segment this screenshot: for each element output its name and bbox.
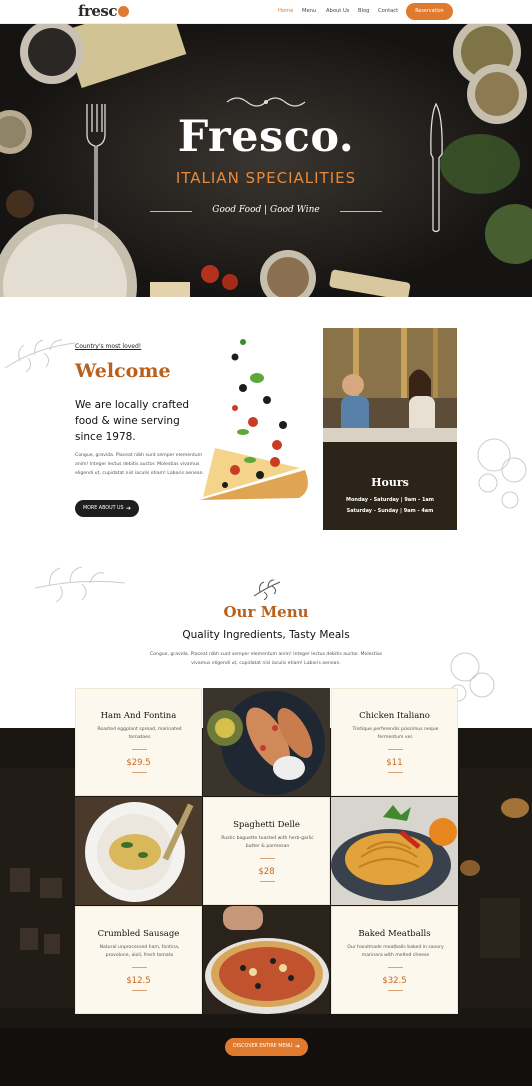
hours-weekday: Monday - Saturday | 9am - 1am <box>345 497 435 503</box>
nav-link-blog[interactable]: Blog <box>358 8 369 14</box>
divider <box>388 749 403 750</box>
menu-item-card[interactable]: Chicken Italiano Tristique perferendis p… <box>331 688 458 796</box>
herb-icon <box>253 579 281 600</box>
menu-grid: Ham And Fontina Roasted eggplant spread,… <box>75 688 458 1014</box>
menu-item-card[interactable]: Ham And Fontina Roasted eggplant spread,… <box>75 688 202 796</box>
menu-item-name: Chicken Italiano <box>359 711 430 721</box>
nav-link-home[interactable]: Home <box>278 8 293 14</box>
hours-weekend: Saturday - Sunday | 9am - 4am <box>346 508 434 514</box>
menu-item-desc: Natural unprocessed ham, fontina, provol… <box>99 945 180 958</box>
nav-link-contact[interactable]: Contact <box>378 8 398 14</box>
hero-title: Fresco. <box>177 112 355 162</box>
tomato-sketch-icon <box>477 438 527 509</box>
menu-item-price: $32.5 <box>382 976 407 986</box>
menu-item-desc: Our handmade meatballs baked in savory m… <box>347 945 444 958</box>
pasta-plate-image <box>75 797 202 905</box>
logo[interactable]: fresc <box>78 2 129 20</box>
menu-item-name: Crumbled Sausage <box>97 929 180 939</box>
menu-item-price: $29.5 <box>126 758 151 768</box>
welcome-title: Welcome <box>75 360 171 382</box>
divider <box>260 881 275 882</box>
divider <box>132 967 147 968</box>
menu-item-desc: Rustic baguette toasted with herb-garlic… <box>221 836 314 849</box>
divider <box>260 858 275 859</box>
divider <box>132 990 147 991</box>
arrow-right-icon: ➔ <box>125 505 131 512</box>
dish-photo <box>75 797 202 905</box>
divider <box>132 749 147 750</box>
menu-item-name: Baked Meatballs <box>358 929 431 939</box>
nav-link-menu[interactable]: Menu <box>302 8 316 14</box>
menu-item-desc: Tristique perferendis possimus neque fer… <box>352 727 439 740</box>
hero-banner: Fresco. ITALIAN SPECIALITIES Good Food |… <box>0 24 532 297</box>
menu-item-name: Spaghetti Delle <box>233 820 300 830</box>
herb-sketch-icon <box>4 339 76 373</box>
welcome-lead: We are locally crafted food & wine servi… <box>75 399 190 443</box>
hours-card: Hours Monday - Saturday | 9am - 1am Satu… <box>323 328 457 530</box>
welcome-body: Congue, gravida. Placeat nibh sunt sempe… <box>75 453 204 476</box>
menu-item-price: $12.5 <box>126 976 151 986</box>
spaghetti-image <box>331 797 458 905</box>
divider <box>388 772 403 773</box>
logo-mark-icon <box>117 6 129 17</box>
hero-subtitle: ITALIAN SPECIALITIES <box>175 169 357 187</box>
dish-photo <box>331 797 458 905</box>
button-label: DISCOVER ENTIRE MENU <box>233 1044 293 1049</box>
menu-body: Congue, gravida. Placeat nibh sunt sempe… <box>149 652 383 666</box>
ornament-icon <box>226 97 306 107</box>
menu-item-desc: Roasted eggplant spread, marinated tomat… <box>97 727 182 740</box>
menu-item-card[interactable]: Spaghetti Delle Rustic baguette toasted … <box>203 797 330 905</box>
menu-item-card[interactable]: Baked Meatballs Our handmade meatballs b… <box>331 906 458 1014</box>
divider <box>388 990 403 991</box>
hours-title: Hours <box>371 476 409 489</box>
discover-entire-menu-button[interactable]: DISCOVER ENTIRE MENU ➔ <box>225 1038 308 1056</box>
top-nav: fresc Home Menu About Us Blog Contact Re… <box>0 0 532 24</box>
arrow-right-icon: ➔ <box>294 1043 300 1050</box>
more-about-us-button[interactable]: MORE ABOUT US ➔ <box>75 500 139 517</box>
menu-item-card[interactable]: Crumbled Sausage Natural unprocessed ham… <box>75 906 202 1014</box>
dish-photo <box>203 688 330 796</box>
button-label: MORE ABOUT US <box>83 506 124 511</box>
hero-tagline: Good Food | Good Wine <box>212 205 320 215</box>
menu-subtitle: Quality Ingredients, Tasty Meals <box>182 629 350 641</box>
dish-photo <box>203 906 330 1014</box>
pizza-image <box>203 906 330 1014</box>
olive-branch-sketch-icon <box>34 566 126 603</box>
nav-link-about-us[interactable]: About Us <box>326 8 350 14</box>
menu-item-price: $28 <box>258 867 275 877</box>
grilled-dish-image <box>203 688 330 796</box>
reservation-button[interactable]: Reservation <box>406 3 453 20</box>
menu-title: Our Menu <box>223 603 309 621</box>
divider <box>388 967 403 968</box>
divider <box>132 772 147 773</box>
welcome-kicker: Country's most loved! <box>75 343 142 350</box>
menu-item-name: Ham And Fontina <box>100 711 177 721</box>
pizza-slice-image <box>200 339 308 500</box>
menu-item-price: $11 <box>386 758 403 768</box>
